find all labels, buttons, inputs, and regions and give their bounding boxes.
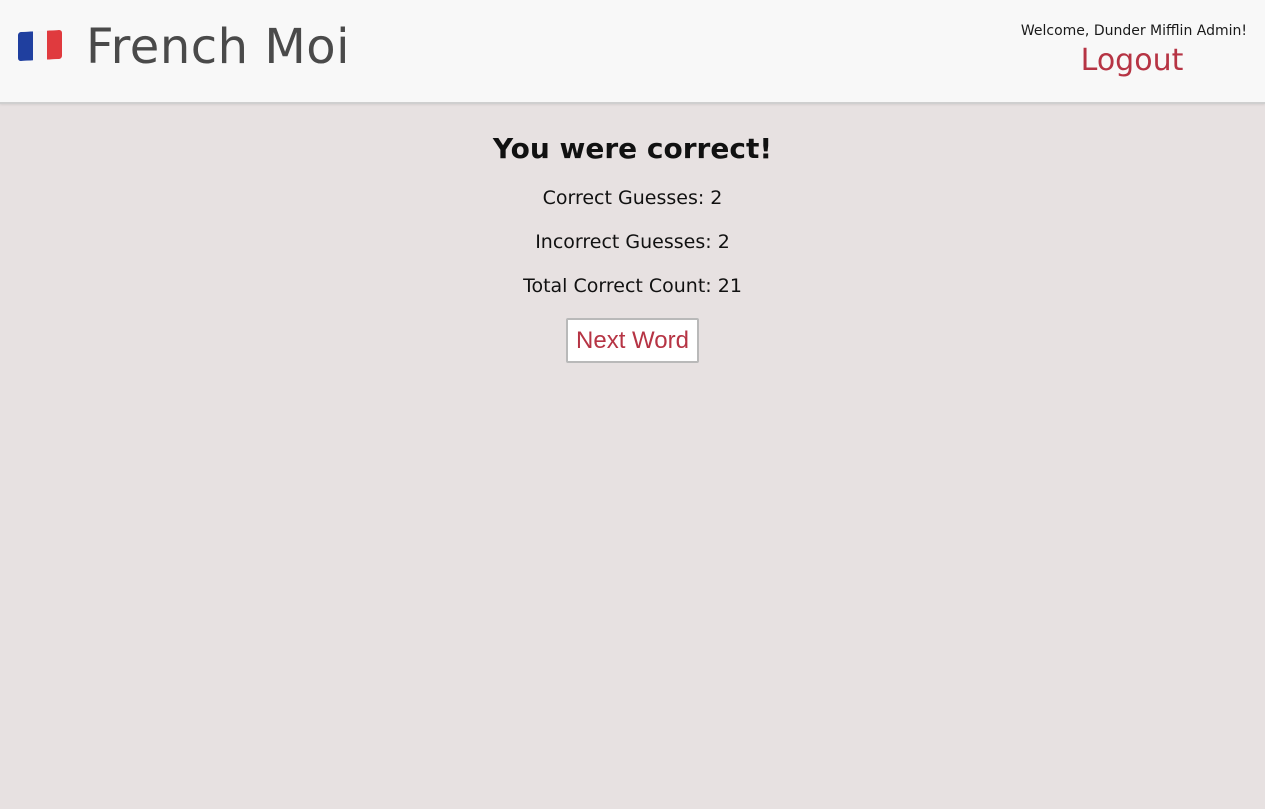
next-word-button[interactable]: Next Word bbox=[566, 318, 699, 363]
result-panel: You were correct! Correct Guesses: 2 Inc… bbox=[0, 104, 1265, 363]
total-correct-count-text: Total Correct Count: 21 bbox=[523, 275, 742, 297]
correct-guesses-text: Correct Guesses: 2 bbox=[542, 187, 723, 209]
result-heading: You were correct! bbox=[492, 132, 773, 165]
app-header: French Moi Welcome, Dunder Mifflin Admin… bbox=[0, 0, 1265, 104]
logout-link[interactable]: Logout bbox=[1081, 42, 1184, 80]
incorrect-guesses-text: Incorrect Guesses: 2 bbox=[535, 231, 730, 253]
france-flag-icon bbox=[18, 29, 62, 62]
user-area: Welcome, Dunder Mifflin Admin! Logout bbox=[987, 22, 1247, 80]
app-title: French Moi bbox=[86, 19, 350, 75]
welcome-text: Welcome, Dunder Mifflin Admin! bbox=[1020, 23, 1247, 39]
